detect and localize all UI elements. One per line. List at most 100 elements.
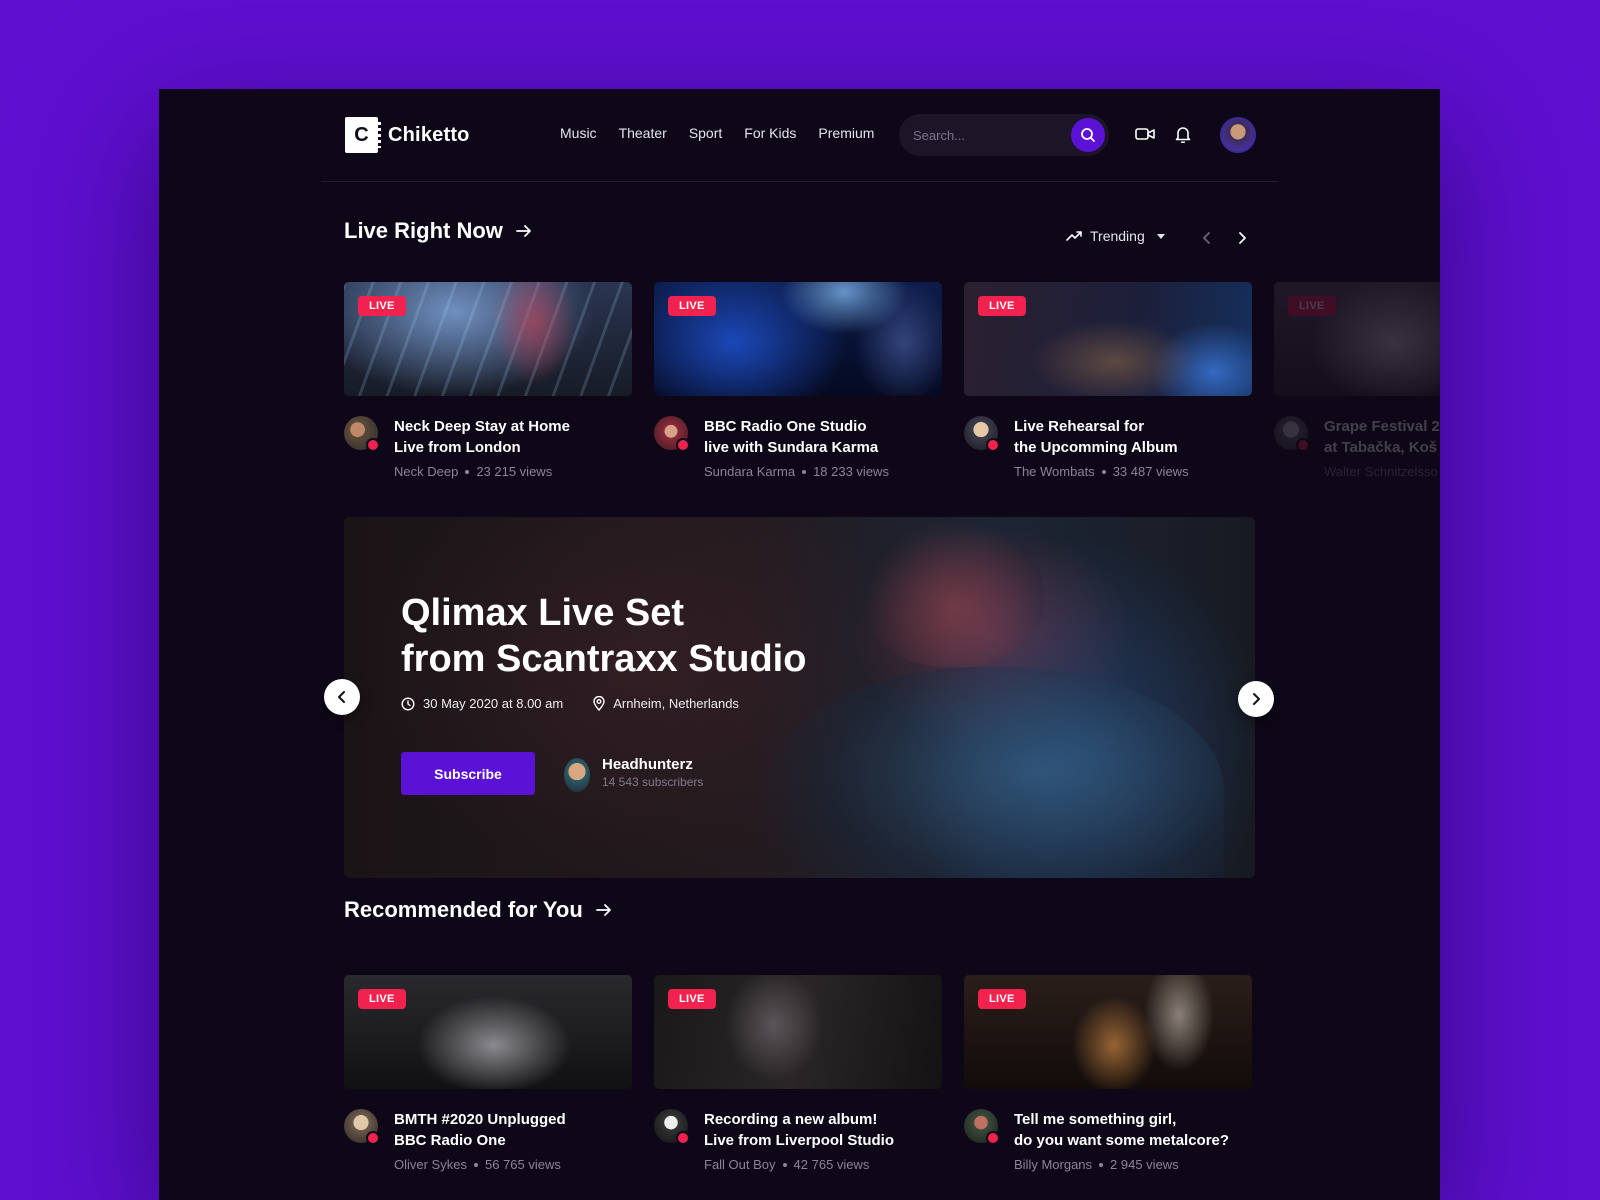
location-pin-icon: [593, 696, 605, 711]
bell-icon: [1175, 127, 1191, 143]
trending-icon: [1066, 231, 1082, 241]
chevron-right-icon: [1239, 232, 1246, 244]
search-input[interactable]: [913, 124, 1063, 146]
clock-icon: [401, 696, 415, 711]
card-thumbnail[interactable]: LIVE: [344, 975, 632, 1089]
nav-item-music[interactable]: Music: [560, 125, 597, 141]
live-badge: LIVE: [358, 989, 406, 1009]
channel-avatar[interactable]: [964, 1109, 1000, 1145]
channel-avatar[interactable]: [1274, 416, 1310, 452]
card-title[interactable]: Tell me something girl, do you want some…: [1014, 1109, 1252, 1151]
top-header: C Chiketto Music Theater Sport For Kids …: [159, 89, 1440, 182]
card-title[interactable]: BBC Radio One Studio live with Sundara K…: [704, 416, 942, 458]
search-button[interactable]: [1071, 118, 1105, 152]
channel-avatar[interactable]: [964, 416, 1000, 452]
channel-subscribers: 14 543 subscribers: [602, 775, 704, 789]
channel-avatar[interactable]: [654, 1109, 690, 1145]
sort-label: Trending: [1090, 228, 1145, 244]
live-indicator-dot: [986, 1131, 1000, 1145]
meta-separator: [802, 469, 807, 474]
hero-date-text: 30 May 2020 at 8.00 am: [423, 696, 564, 711]
card-views: 42 765 views: [793, 1157, 870, 1172]
chevron-left-icon: [1203, 232, 1210, 244]
card-views: 56 765 views: [484, 1157, 561, 1172]
app-window: C Chiketto Music Theater Sport For Kids …: [159, 89, 1440, 1200]
channel-avatar[interactable]: [564, 758, 590, 792]
card-thumbnail[interactable]: LIVE: [964, 975, 1252, 1089]
featured-hero[interactable]: Qlimax Live Set from Scantraxx Studio 30…: [344, 517, 1255, 878]
notifications-button[interactable]: [1170, 121, 1196, 147]
channel-avatar[interactable]: [344, 416, 380, 452]
card-title[interactable]: Recording a new album! Live from Liverpo…: [704, 1109, 942, 1151]
hero-title: Qlimax Live Set from Scantraxx Studio: [401, 592, 807, 680]
recommended-card[interactable]: LIVE Tell me something girl, do you want…: [964, 975, 1252, 1172]
meta-separator: [1099, 1162, 1104, 1167]
card-author[interactable]: Billy Morgans: [1014, 1157, 1092, 1172]
card-title[interactable]: Grape Festival 2 at Tabačka, Koš: [1324, 416, 1440, 458]
nav-item-sport[interactable]: Sport: [689, 125, 722, 141]
live-indicator-dot: [1296, 438, 1310, 452]
card-author[interactable]: The Wombats: [1014, 464, 1095, 479]
live-indicator-dot: [676, 1131, 690, 1145]
channel-avatar[interactable]: [344, 1109, 380, 1145]
live-section-title: Live Right Now: [344, 218, 503, 243]
user-avatar[interactable]: [1220, 117, 1256, 153]
live-card[interactable]: LIVE BBC Radio One Studio live with Sund…: [654, 282, 942, 479]
live-badge: LIVE: [358, 296, 406, 316]
carousel-next-button[interactable]: [1232, 228, 1252, 248]
recommended-card[interactable]: LIVE BMTH #2020 Unplugged BBC Radio One …: [344, 975, 632, 1172]
search-icon: [1081, 128, 1095, 142]
card-views: 33 487 views: [1112, 464, 1189, 479]
recommended-card[interactable]: LIVE Recording a new album! Live from Li…: [654, 975, 942, 1172]
hero-bg-head: [864, 517, 1044, 667]
live-badge: LIVE: [668, 296, 716, 316]
live-indicator-dot: [986, 438, 1000, 452]
arrow-right-icon: [595, 904, 611, 916]
live-card[interactable]: LIVE Neck Deep Stay at Home Live from Lo…: [344, 282, 632, 479]
live-card[interactable]: LIVE Grape Festival 2 at Tabačka, Koš Wa…: [1274, 282, 1440, 479]
logo-mark: C: [345, 117, 381, 153]
channel-avatar[interactable]: [654, 416, 690, 452]
card-views: 18 233 views: [813, 464, 889, 479]
card-thumbnail[interactable]: LIVE: [1274, 282, 1440, 396]
recommended-section-header[interactable]: Recommended for You: [344, 897, 613, 923]
nav-item-for-kids[interactable]: For Kids: [744, 125, 796, 141]
nav-item-premium[interactable]: Premium: [818, 125, 874, 141]
hero-location: Arnheim, Netherlands: [593, 696, 739, 711]
card-author[interactable]: Fall Out Boy: [704, 1157, 776, 1172]
arrow-right-icon: [515, 225, 531, 237]
hero-channel[interactable]: Headhunterz 14 543 subscribers: [564, 756, 704, 792]
card-title[interactable]: BMTH #2020 Unplugged BBC Radio One: [394, 1109, 632, 1151]
main-nav: Music Theater Sport For Kids Premium: [560, 125, 896, 141]
meta-separator: [465, 469, 470, 474]
card-author[interactable]: Oliver Sykes: [394, 1157, 467, 1172]
search-bar: [899, 114, 1109, 156]
card-thumbnail[interactable]: LIVE: [654, 975, 942, 1089]
subscribe-button[interactable]: Subscribe: [401, 752, 535, 795]
chevron-right-icon: [1253, 693, 1260, 705]
card-thumbnail[interactable]: LIVE: [964, 282, 1252, 396]
card-title[interactable]: Live Rehearsal for the Upcomming Album: [1014, 416, 1252, 458]
hero-location-text: Arnheim, Netherlands: [613, 696, 739, 711]
live-section-header[interactable]: Live Right Now: [344, 218, 533, 244]
card-author[interactable]: Neck Deep: [394, 464, 458, 479]
sort-dropdown[interactable]: Trending: [1066, 228, 1165, 244]
card-title[interactable]: Neck Deep Stay at Home Live from London: [394, 416, 632, 458]
video-camera-button[interactable]: [1132, 121, 1158, 147]
video-camera-icon: [1135, 128, 1155, 140]
card-thumbnail[interactable]: LIVE: [344, 282, 632, 396]
hero-next-button[interactable]: [1238, 681, 1274, 717]
live-card[interactable]: LIVE Live Rehearsal for the Upcomming Al…: [964, 282, 1252, 479]
card-author[interactable]: Sundara Karma: [704, 464, 795, 479]
logo[interactable]: C Chiketto: [345, 117, 470, 153]
card-thumbnail[interactable]: LIVE: [654, 282, 942, 396]
carousel-prev-button[interactable]: [1197, 228, 1217, 248]
nav-item-theater[interactable]: Theater: [619, 125, 667, 141]
chevron-left-icon: [338, 691, 345, 703]
hero-prev-button[interactable]: [324, 679, 360, 715]
live-indicator-dot: [366, 438, 380, 452]
header-divider: [321, 181, 1278, 182]
channel-name[interactable]: Headhunterz: [602, 756, 703, 773]
live-badge: LIVE: [978, 989, 1026, 1009]
card-author[interactable]: Walter Schnitzelsso: [1324, 464, 1438, 479]
